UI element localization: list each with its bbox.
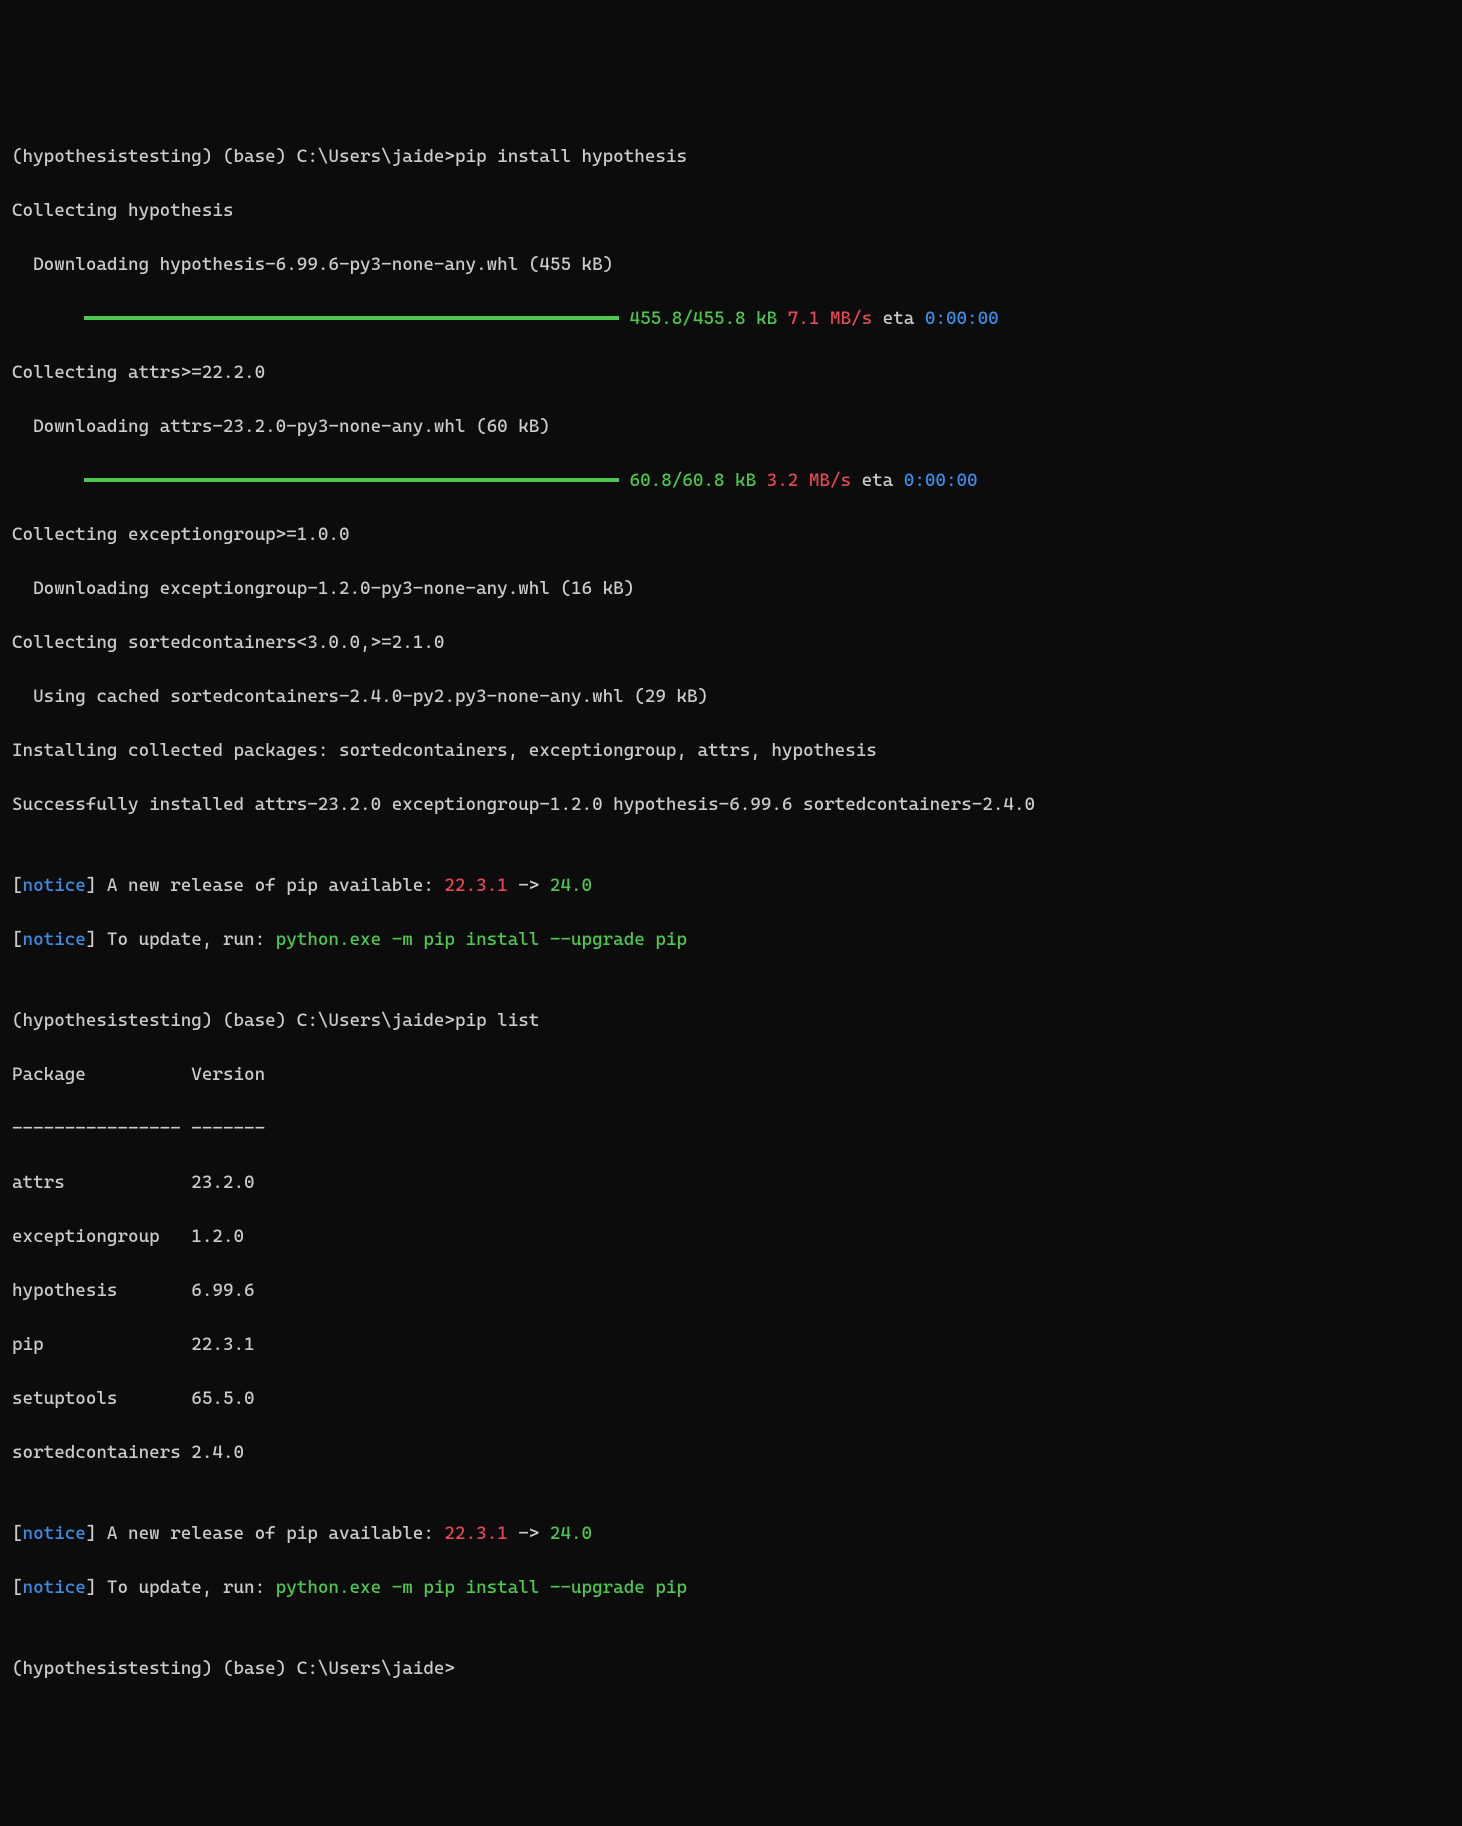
command: pip list [455, 1010, 539, 1031]
eta-value: 0:00:00 [925, 308, 999, 329]
output-line: Downloading hypothesis-6.99.6-py3-none-a… [12, 251, 1450, 278]
table-row: setuptools 65.5.0 [12, 1385, 1450, 1412]
progress-bar-icon [84, 316, 619, 320]
output-line: Installing collected packages: sortedcon… [12, 737, 1450, 764]
eta-label: eta [883, 308, 915, 329]
progress-speed: 3.2 MB/s [767, 470, 851, 491]
upgrade-command: python.exe -m pip install --upgrade pip [276, 1577, 687, 1598]
upgrade-command: python.exe -m pip install --upgrade pip [276, 929, 687, 950]
notice-line: [notice] To update, run: python.exe -m p… [12, 926, 1450, 953]
output-line: Downloading attrs-23.2.0-py3-none-any.wh… [12, 413, 1450, 440]
old-version: 22.3.1 [444, 875, 507, 896]
table-row: attrs 23.2.0 [12, 1169, 1450, 1196]
table-row: pip 22.3.1 [12, 1331, 1450, 1358]
output-line: Using cached sortedcontainers-2.4.0-py2.… [12, 683, 1450, 710]
output-line: Downloading exceptiongroup-1.2.0-py3-non… [12, 575, 1450, 602]
prompt: (hypothesistesting) (base) C:\Users\jaid… [12, 1658, 455, 1679]
progress-line: 455.8/455.8 kB 7.1 MB/s eta 0:00:00 [12, 305, 1450, 332]
table-row: sortedcontainers 2.4.0 [12, 1439, 1450, 1466]
progress-size: 60.8/60.8 kB [630, 470, 757, 491]
notice-label: notice [23, 1577, 86, 1598]
output-line: Collecting hypothesis [12, 197, 1450, 224]
notice-line: [notice] A new release of pip available:… [12, 872, 1450, 899]
old-version: 22.3.1 [444, 1523, 507, 1544]
notice-label: notice [23, 875, 86, 896]
command: pip install hypothesis [455, 146, 687, 167]
notice-line: [notice] A new release of pip available:… [12, 1520, 1450, 1547]
table-row: exceptiongroup 1.2.0 [12, 1223, 1450, 1250]
new-version: 24.0 [550, 1523, 592, 1544]
table-header: Package Version [12, 1061, 1450, 1088]
progress-speed: 7.1 MB/s [788, 308, 872, 329]
notice-label: notice [23, 1523, 86, 1544]
prompt-line[interactable]: (hypothesistesting) (base) C:\Users\jaid… [12, 1655, 1450, 1682]
notice-label: notice [23, 929, 86, 950]
prompt: (hypothesistesting) (base) C:\Users\jaid… [12, 146, 455, 167]
notice-line: [notice] To update, run: python.exe -m p… [12, 1574, 1450, 1601]
output-line: Successfully installed attrs-23.2.0 exce… [12, 791, 1450, 818]
eta-value: 0:00:00 [904, 470, 978, 491]
table-row: hypothesis 6.99.6 [12, 1277, 1450, 1304]
output-line: Collecting attrs>=22.2.0 [12, 359, 1450, 386]
progress-line: 60.8/60.8 kB 3.2 MB/s eta 0:00:00 [12, 467, 1450, 494]
table-divider: ---------------- ------- [12, 1115, 1450, 1142]
prompt: (hypothesistesting) (base) C:\Users\jaid… [12, 1010, 455, 1031]
prompt-line: (hypothesistesting) (base) C:\Users\jaid… [12, 143, 1450, 170]
progress-size: 455.8/455.8 kB [630, 308, 778, 329]
output-line: Collecting sortedcontainers<3.0.0,>=2.1.… [12, 629, 1450, 656]
eta-label: eta [862, 470, 894, 491]
progress-bar-icon [84, 478, 619, 482]
new-version: 24.0 [550, 875, 592, 896]
output-line: Collecting exceptiongroup>=1.0.0 [12, 521, 1450, 548]
prompt-line: (hypothesistesting) (base) C:\Users\jaid… [12, 1007, 1450, 1034]
